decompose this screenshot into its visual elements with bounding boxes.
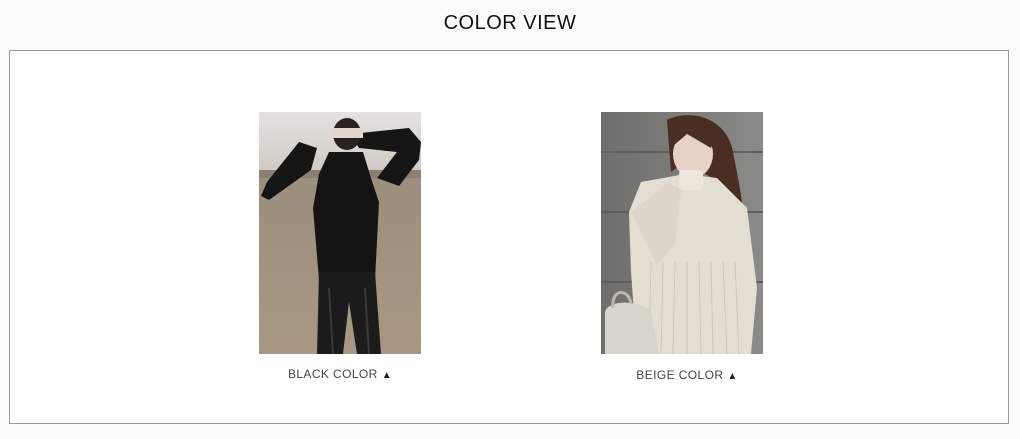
black-color-photo[interactable] bbox=[259, 112, 421, 354]
color-view-panel: BLACK COLOR ▲ BEIGE COLOR ▲ bbox=[9, 50, 1009, 424]
black-color-link[interactable]: BLACK COLOR ▲ bbox=[240, 367, 440, 381]
triangle-up-icon: ▲ bbox=[381, 370, 393, 381]
black-color-label: BLACK COLOR bbox=[287, 367, 378, 381]
section-title: COLOR VIEW bbox=[443, 12, 577, 34]
beige-color-link[interactable]: BEIGE COLOR ▲ bbox=[587, 368, 787, 382]
beige-color-label: BEIGE COLOR bbox=[636, 368, 724, 382]
triangle-up-icon: ▲ bbox=[727, 371, 738, 382]
beige-color-photo[interactable] bbox=[601, 112, 763, 354]
